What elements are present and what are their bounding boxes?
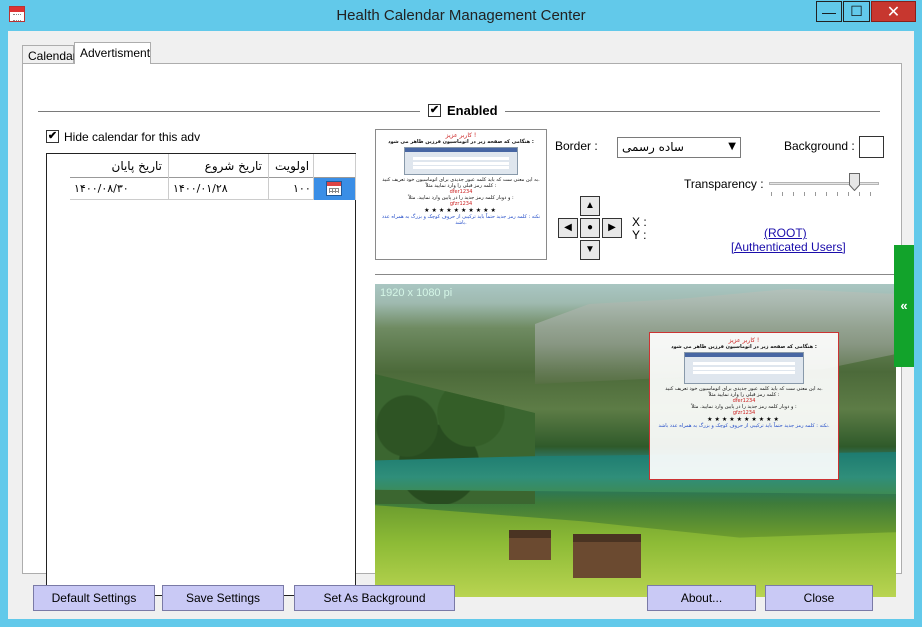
background-color-swatch[interactable]	[859, 136, 884, 158]
ad-popup-content: کاربر عزیز ! هنگامی که صفحه زیر در اتوما…	[658, 337, 830, 475]
tab-advertisment[interactable]: Advertisment	[74, 42, 151, 64]
tab-calendar[interactable]: Calendar	[22, 45, 77, 64]
hide-calendar-label: Hide calendar for this adv	[64, 130, 201, 144]
title-bar: Health Calendar Management Center — ☐ ✕	[0, 0, 922, 30]
client-area: Calendar Advertisment ✔ Enabled ✔ Hide c…	[8, 31, 914, 619]
transparency-slider-thumb[interactable]	[849, 173, 860, 191]
window-title: Health Calendar Management Center	[336, 7, 586, 24]
ad-heading: هنگامی که صفحه زیر در اتوماسیون فرزین ظا…	[388, 139, 534, 145]
y-label: Y :	[632, 228, 647, 242]
column-header-start-date[interactable]: تاریخ شروع	[169, 154, 269, 178]
ad-stars: ★★★★★★★★★★	[707, 417, 781, 423]
ad-form-image	[404, 147, 518, 175]
calendar-icon	[326, 181, 342, 196]
minimize-button[interactable]: —	[816, 1, 842, 22]
background-label: Background :	[784, 139, 855, 153]
ad-popup-preview[interactable]: کاربر عزیز ! هنگامی که صفحه زیر در اتوما…	[649, 332, 839, 480]
column-header-end-date[interactable]: تاریخ پایان	[70, 154, 169, 178]
transparency-slider-track[interactable]	[769, 182, 879, 185]
enabled-checkbox[interactable]: ✔	[428, 104, 441, 117]
ad-form-image	[683, 352, 805, 384]
about-button[interactable]: About...	[647, 585, 756, 611]
column-header-priority[interactable]: اولویت	[269, 154, 314, 178]
ad-note: نکته : کلمه رمز جدید حتماً باید ترکیبی ا…	[658, 423, 830, 429]
transparency-slider-ticks	[771, 192, 879, 196]
hide-calendar-checkbox[interactable]: ✔	[46, 130, 59, 143]
authenticated-users-link[interactable]: [Authenticated Users]	[731, 240, 846, 254]
divider	[505, 111, 880, 112]
move-left-button[interactable]: ◀	[558, 218, 578, 238]
enabled-label: Enabled	[447, 103, 498, 118]
cell-end-date: ۱۴۰۰/۰۸/۳۰	[70, 178, 169, 200]
ad-heading: هنگامی که صفحه زیر در اتوماسیون فرزین ظا…	[671, 344, 817, 350]
background-preview: 1920 x 1080 pi کاربر عزیز ! هنگامی که صف…	[375, 284, 896, 597]
move-right-button[interactable]: ▶	[602, 218, 622, 238]
border-select[interactable]: ساده رسمی ▼	[617, 137, 741, 158]
collapse-panel-button[interactable]: «	[894, 245, 914, 367]
cell-start-date: ۱۴۰۰/۰۱/۲۸	[169, 178, 269, 200]
default-settings-button[interactable]: Default Settings	[33, 585, 155, 611]
cell-icon	[314, 178, 356, 200]
chevron-down-icon: ▼	[728, 141, 736, 152]
divider	[375, 274, 895, 275]
border-label: Border :	[555, 139, 598, 153]
move-down-button[interactable]: ▼	[580, 240, 600, 260]
ad-thumbnail[interactable]: کاربر عزیز ! هنگامی که صفحه زیر در اتوما…	[375, 129, 547, 260]
preview-hut	[509, 530, 551, 560]
cell-priority: ۱۰۰	[269, 178, 314, 200]
close-window-button[interactable]: ✕	[871, 1, 916, 22]
preview-hut	[573, 534, 641, 578]
ad-stars: ★★★★★★★★★★	[424, 208, 498, 214]
resolution-label: 1920 x 1080 pi	[380, 287, 453, 299]
ad-title: کاربر عزیز !	[728, 337, 760, 344]
set-as-background-button[interactable]: Set As Background	[294, 585, 455, 611]
advertisment-panel: ✔ Enabled ✔ Hide calendar for this adv ت…	[22, 63, 902, 597]
move-center-button[interactable]: ●	[580, 218, 600, 238]
table-row[interactable]: ۱۴۰۰/۰۸/۳۰ ۱۴۰۰/۰۱/۲۸ ۱۰۰	[70, 178, 356, 200]
maximize-button[interactable]: ☐	[843, 1, 870, 22]
x-label: X :	[632, 215, 647, 229]
root-link[interactable]: (ROOT)	[764, 226, 807, 240]
ad-thumbnail-content: کاربر عزیز ! هنگامی که صفحه زیر در اتوما…	[380, 132, 542, 257]
move-up-button[interactable]: ▲	[580, 196, 600, 216]
column-header-icon	[314, 154, 356, 178]
main-window: Health Calendar Management Center — ☐ ✕ …	[0, 0, 922, 627]
transparency-label: Transparency :	[684, 177, 764, 191]
save-settings-button[interactable]: Save Settings	[162, 585, 284, 611]
ad-note: نکته : کلمه رمز جدید حتماً باید ترکیبی ا…	[381, 214, 541, 226]
ad-title: کاربر عزیز !	[445, 132, 477, 139]
grid-header: تاریخ پایان تاریخ شروع اولویت	[70, 154, 356, 178]
close-button[interactable]: Close	[765, 585, 873, 611]
schedule-grid: تاریخ پایان تاریخ شروع اولویت ۱۴۰۰/۰۸/۳۰…	[46, 153, 356, 596]
divider	[38, 111, 420, 112]
border-select-value: ساده رسمی	[622, 140, 684, 154]
